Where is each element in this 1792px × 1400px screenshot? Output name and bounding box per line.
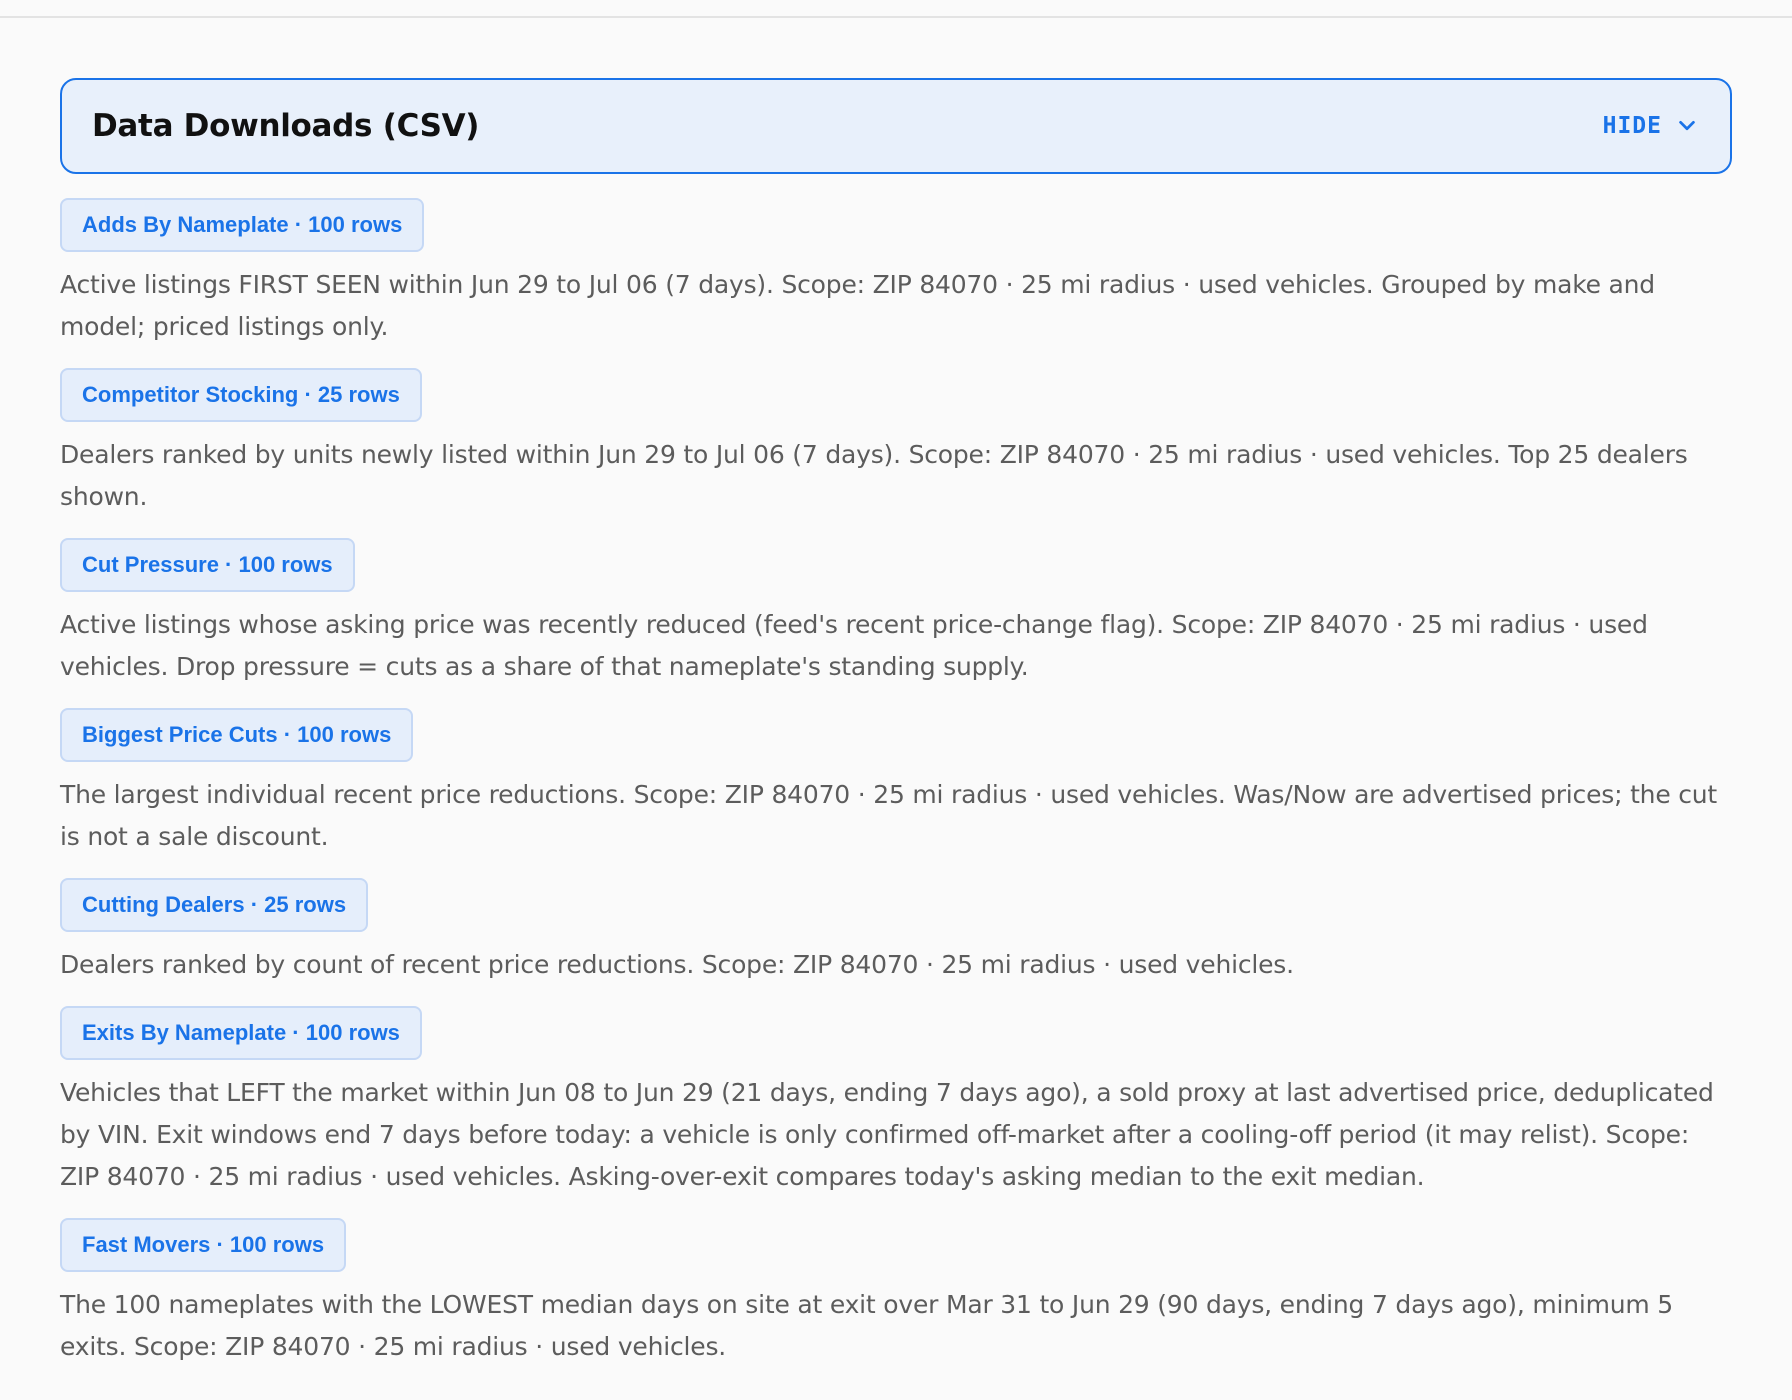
chevron-down-icon bbox=[1679, 120, 1695, 131]
download-description: The 100 nameplates with the LOWEST media… bbox=[60, 1290, 1674, 1361]
hide-toggle-button[interactable]: HIDE bbox=[1603, 113, 1698, 139]
download-description: Vehicles that LEFT the market within Jun… bbox=[60, 1078, 1714, 1191]
downloads-list: Adds By Nameplate · 100 rows Active list… bbox=[60, 198, 1732, 1368]
download-description: Active listings FIRST SEEN within Jun 29… bbox=[60, 270, 1655, 341]
download-item-cutting-dealers: Cutting Dealers · 25 rows Dealers ranked… bbox=[60, 878, 1732, 986]
download-item-biggest-price-cuts: Biggest Price Cuts · 100 rows The larges… bbox=[60, 708, 1732, 858]
download-description: Dealers ranked by units newly listed wit… bbox=[60, 440, 1688, 511]
download-item-exits-by-nameplate: Exits By Nameplate · 100 rows Vehicles t… bbox=[60, 1006, 1732, 1198]
download-item-adds-by-nameplate: Adds By Nameplate · 100 rows Active list… bbox=[60, 198, 1732, 348]
download-button-biggest-price-cuts[interactable]: Biggest Price Cuts · 100 rows bbox=[60, 708, 414, 762]
download-button-fast-movers[interactable]: Fast Movers · 100 rows bbox=[60, 1218, 347, 1272]
download-button-cutting-dealers[interactable]: Cutting Dealers · 25 rows bbox=[60, 878, 369, 932]
download-item-fast-movers: Fast Movers · 100 rows The 100 nameplate… bbox=[60, 1218, 1732, 1368]
download-description: The largest individual recent price redu… bbox=[60, 780, 1718, 851]
download-button-adds-by-nameplate[interactable]: Adds By Nameplate · 100 rows bbox=[60, 198, 425, 252]
download-item-competitor-stocking: Competitor Stocking · 25 rows Dealers ra… bbox=[60, 368, 1732, 518]
section-title: Data Downloads (CSV) bbox=[92, 108, 480, 144]
download-item-cut-pressure: Cut Pressure · 100 rows Active listings … bbox=[60, 538, 1732, 688]
section-header[interactable]: Data Downloads (CSV) HIDE bbox=[60, 78, 1732, 174]
top-divider bbox=[0, 16, 1792, 18]
data-downloads-section: Data Downloads (CSV) HIDE Adds By Namepl… bbox=[60, 78, 1732, 1388]
download-button-competitor-stocking[interactable]: Competitor Stocking · 25 rows bbox=[60, 368, 422, 422]
download-button-cut-pressure[interactable]: Cut Pressure · 100 rows bbox=[60, 538, 355, 592]
hide-toggle-label: HIDE bbox=[1602, 113, 1662, 139]
download-description: Dealers ranked by count of recent price … bbox=[60, 950, 1294, 979]
download-description: Active listings whose asking price was r… bbox=[60, 610, 1648, 681]
download-button-exits-by-nameplate[interactable]: Exits By Nameplate · 100 rows bbox=[60, 1006, 422, 1060]
